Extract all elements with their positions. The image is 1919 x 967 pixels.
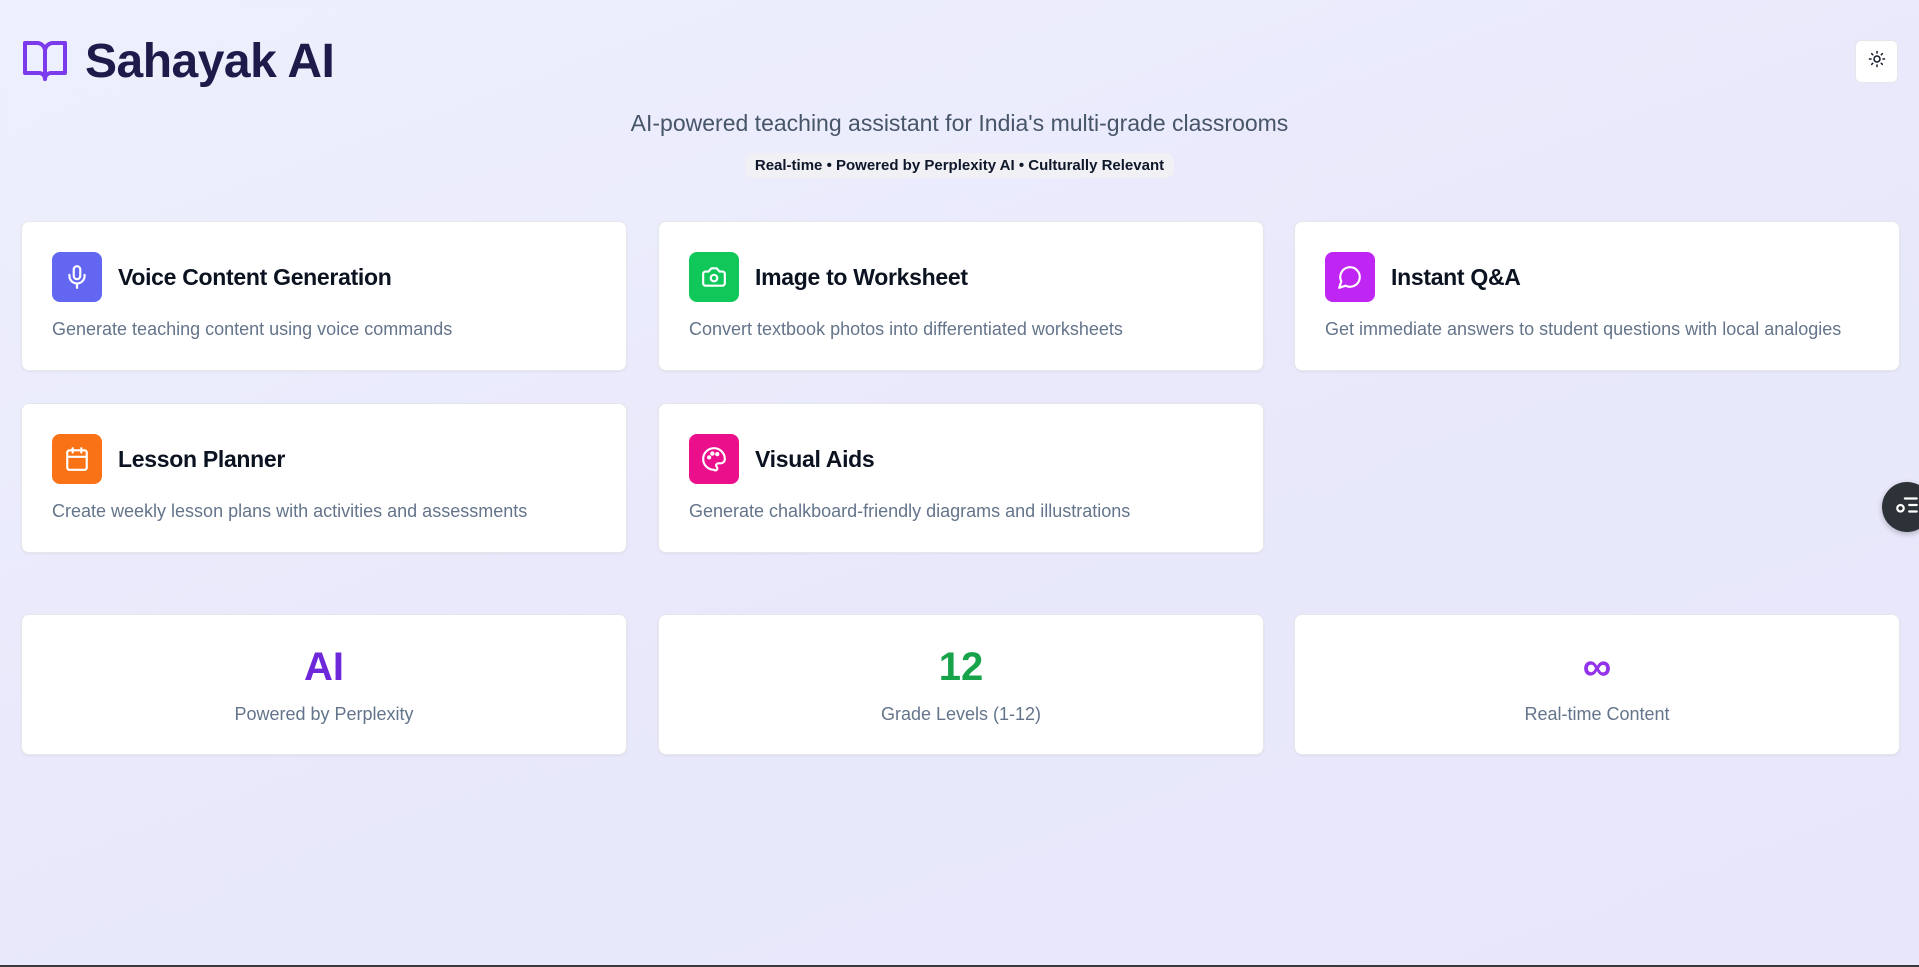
feature-card-qa[interactable]: Instant Q&A Get immediate answers to stu… [1294,221,1900,371]
stat-label: Powered by Perplexity [234,704,414,724]
feature-description: Get immediate answers to student questio… [1325,319,1842,339]
feature-badge: Real-time • Powered by Perplexity AI • C… [744,153,1175,178]
feature-description: Generate chalkboard-friendly diagrams an… [689,501,1131,521]
floating-settings-button[interactable] [1882,482,1919,532]
app-title: Sahayak AI [85,34,335,88]
book-open-icon [21,37,69,85]
feature-title: Image to Worksheet [755,263,968,290]
stat-value: ∞ [1582,645,1612,689]
stat-label: Real-time Content [1524,704,1670,724]
camera-icon [689,252,739,302]
theme-toggle-button[interactable] [1855,40,1898,83]
feature-card-voice[interactable]: Voice Content Generation Generate teachi… [21,221,627,371]
app-header: Sahayak AI [21,34,335,88]
feature-description: Generate teaching content using voice co… [52,319,453,339]
stat-label: Grade Levels (1-12) [880,704,1042,724]
stat-card-realtime: ∞ Real-time Content [1294,614,1900,755]
calendar-icon [52,434,102,484]
feature-card-lesson-planner[interactable]: Lesson Planner Create weekly lesson plan… [21,403,627,553]
feature-title: Voice Content Generation [118,263,392,290]
feature-title: Instant Q&A [1391,263,1521,290]
feature-card-worksheet[interactable]: Image to Worksheet Convert textbook phot… [658,221,1264,371]
feature-description: Create weekly lesson plans with activiti… [52,501,528,521]
hero-subtitle: AI-powered teaching assistant for India'… [630,110,1289,136]
stat-value: 12 [938,645,984,689]
stat-card-grades: 12 Grade Levels (1-12) [658,614,1264,755]
feature-title: Lesson Planner [118,445,286,472]
list-settings-icon [1894,492,1919,523]
feature-card-visual-aids[interactable]: Visual Aids Generate chalkboard-friendly… [658,403,1264,553]
message-circle-icon [1325,252,1375,302]
feature-title: Visual Aids [755,445,875,472]
stat-value: AI [304,645,344,689]
palette-icon [689,434,739,484]
stat-card-ai: AI Powered by Perplexity [21,614,627,755]
sun-icon [1868,50,1886,73]
feature-description: Convert textbook photos into differentia… [689,319,1123,339]
microphone-icon [52,252,102,302]
